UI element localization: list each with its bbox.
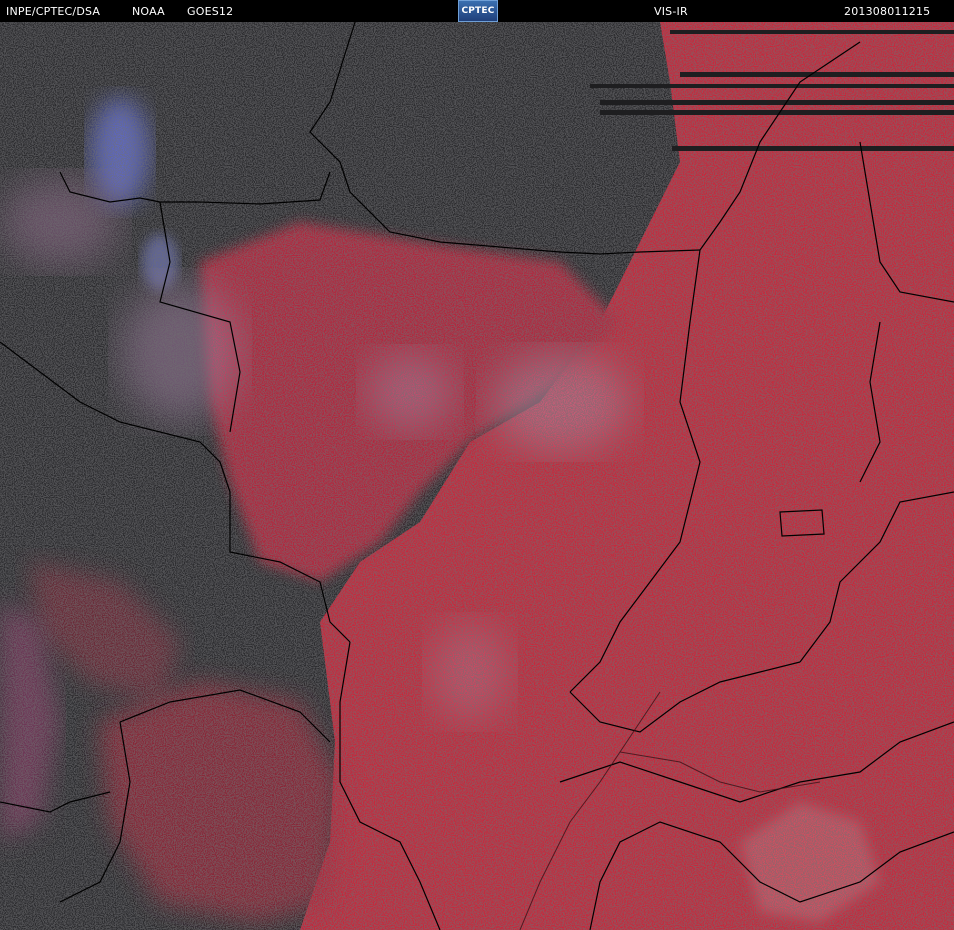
satellite-image [0, 22, 954, 930]
cptec-logo: CPTEC [458, 0, 498, 22]
satellite-label: GOES12 [187, 5, 234, 18]
satellite-map [0, 22, 954, 930]
product-label: VIS-IR [654, 5, 688, 18]
timestamp-label: 201308011215 [844, 5, 931, 18]
logo-text: CPTEC [461, 6, 495, 16]
header-bar: INPE/CPTEC/DSA NOAA GOES12 CPTEC VIS-IR … [0, 0, 954, 22]
agency-label: INPE/CPTEC/DSA [6, 5, 101, 18]
speckle-texture [0, 22, 954, 930]
source-label: NOAA [132, 5, 165, 18]
